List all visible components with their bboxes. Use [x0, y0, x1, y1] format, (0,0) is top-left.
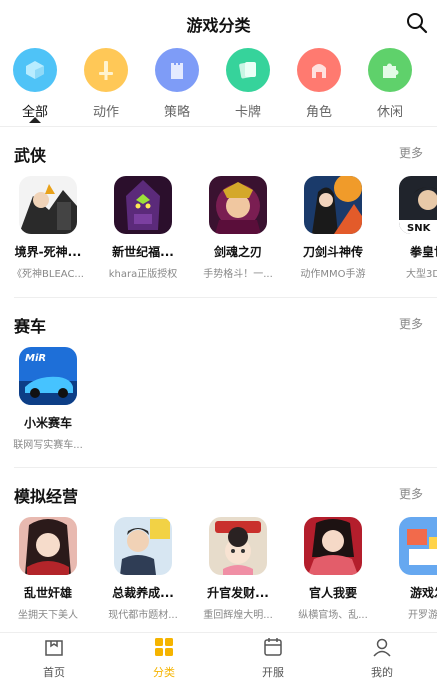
game-name: 新世纪福...	[112, 245, 174, 259]
home-icon	[45, 640, 63, 656]
game-icon	[19, 517, 77, 575]
category-bar: 全部 动作 策略 卡牌 角色 休闲	[0, 44, 437, 126]
game-desc: 开罗游戏	[408, 610, 437, 621]
game-icon	[209, 517, 267, 575]
bottom-tab-bar: 首页 分类 开服 我的	[0, 632, 437, 678]
game-desc: 《死神BLEAC...	[12, 269, 84, 280]
more-link[interactable]: 更多	[399, 485, 423, 502]
page-title: 游戏分类	[186, 16, 251, 35]
top-bar: 游戏分类	[0, 0, 437, 44]
cards-icon	[226, 48, 270, 92]
cube-icon	[13, 48, 57, 92]
game-desc: 坐拥天下美人	[18, 610, 78, 621]
puzzle-icon	[368, 48, 412, 92]
tab-home[interactable]: 首页	[14, 637, 94, 678]
game-desc: 大型3D动	[405, 269, 437, 280]
game-card[interactable]: MiR 小米赛车 联网写实赛车...	[8, 347, 88, 451]
more-link[interactable]: 更多	[399, 144, 423, 161]
search-icon[interactable]	[406, 12, 428, 34]
game-card[interactable]: 升官发财... 重回辉煌大明...	[198, 517, 278, 621]
svg-text:MiR: MiR	[25, 353, 46, 364]
category-label: 角色	[305, 105, 332, 120]
section-divider	[14, 297, 437, 298]
tab-label: 分类	[153, 666, 175, 678]
category-all[interactable]: 全部	[5, 48, 65, 120]
game-card[interactable]: 游戏发 开罗游戏	[388, 517, 437, 621]
game-icon	[114, 517, 172, 575]
game-card[interactable]: 乱世奸雄 坐拥天下美人	[8, 517, 88, 621]
game-desc: 动作MMO手游	[300, 269, 366, 280]
tab-category[interactable]: 分类	[124, 637, 204, 678]
section-title: 武侠	[14, 146, 47, 165]
game-desc: 联网写实赛车...	[13, 440, 83, 451]
game-desc: 现代都市题材...	[108, 610, 178, 621]
game-icon: MiR	[19, 347, 77, 405]
category-action[interactable]: 动作	[76, 48, 136, 120]
game-icon	[399, 517, 437, 575]
category-label: 策略	[163, 105, 190, 120]
category-strategy[interactable]: 策略	[147, 48, 207, 120]
castle-icon	[155, 48, 199, 92]
game-name: 刀剑斗神传	[302, 245, 363, 259]
game-name: 游戏发	[409, 586, 437, 600]
game-card[interactable]: 境界-死神... 《死神BLEAC...	[8, 176, 88, 280]
user-icon	[373, 638, 391, 657]
game-name: 乱世奸雄	[23, 586, 72, 600]
more-link[interactable]: 更多	[399, 315, 423, 332]
sword-icon	[84, 48, 128, 92]
game-name: 升官发财...	[207, 586, 269, 600]
section-title: 模拟经营	[14, 487, 79, 506]
game-name: 境界-死神...	[14, 245, 82, 259]
active-indicator	[29, 117, 41, 123]
game-desc: khara正版授权	[108, 269, 178, 280]
tab-me[interactable]: 我的	[342, 637, 422, 678]
helmet-icon	[297, 48, 341, 92]
category-rpg[interactable]: 角色	[289, 48, 349, 120]
game-icon	[304, 176, 362, 234]
game-desc: 纵横官场、乱...	[298, 610, 368, 621]
game-card[interactable]: SNK 拳皇世 大型3D动	[388, 176, 437, 280]
category-casual[interactable]: 休闲	[360, 48, 420, 120]
game-desc: 重回辉煌大明...	[203, 610, 273, 621]
category-label: 休闲	[376, 105, 403, 120]
game-card[interactable]: 新世纪福... khara正版授权	[103, 176, 183, 280]
grid-icon	[155, 638, 173, 656]
category-label: 卡牌	[234, 105, 261, 120]
game-name: 总裁养成...	[112, 586, 174, 600]
game-card[interactable]: 总裁养成... 现代都市题材...	[103, 517, 183, 621]
game-desc: 手势格斗！一...	[203, 269, 273, 280]
game-name: 小米赛车	[23, 416, 72, 430]
category-label: 动作	[92, 105, 119, 120]
category-cards[interactable]: 卡牌	[218, 48, 278, 120]
game-icon	[114, 176, 172, 234]
game-card[interactable]: 剑魂之刃 手势格斗！一...	[198, 176, 278, 280]
tab-label: 我的	[371, 666, 393, 678]
section-divider	[14, 467, 437, 468]
game-icon	[209, 176, 267, 234]
svg-text:SNK: SNK	[407, 223, 432, 234]
tab-server[interactable]: 开服	[233, 637, 313, 678]
game-name: 官人我要	[308, 586, 357, 600]
game-icon: SNK	[399, 176, 437, 234]
game-card[interactable]: 官人我要 纵横官场、乱...	[293, 517, 373, 621]
game-icon	[304, 517, 362, 575]
game-icon	[19, 176, 77, 234]
game-card[interactable]: 刀剑斗神传 动作MMO手游	[293, 176, 373, 280]
tab-label: 开服	[262, 666, 284, 678]
divider	[0, 126, 437, 127]
calendar-icon	[264, 638, 282, 656]
tab-label: 首页	[43, 666, 65, 678]
game-name: 拳皇世	[409, 245, 437, 259]
section-title: 赛车	[14, 317, 47, 336]
game-name: 剑魂之刃	[213, 245, 262, 259]
